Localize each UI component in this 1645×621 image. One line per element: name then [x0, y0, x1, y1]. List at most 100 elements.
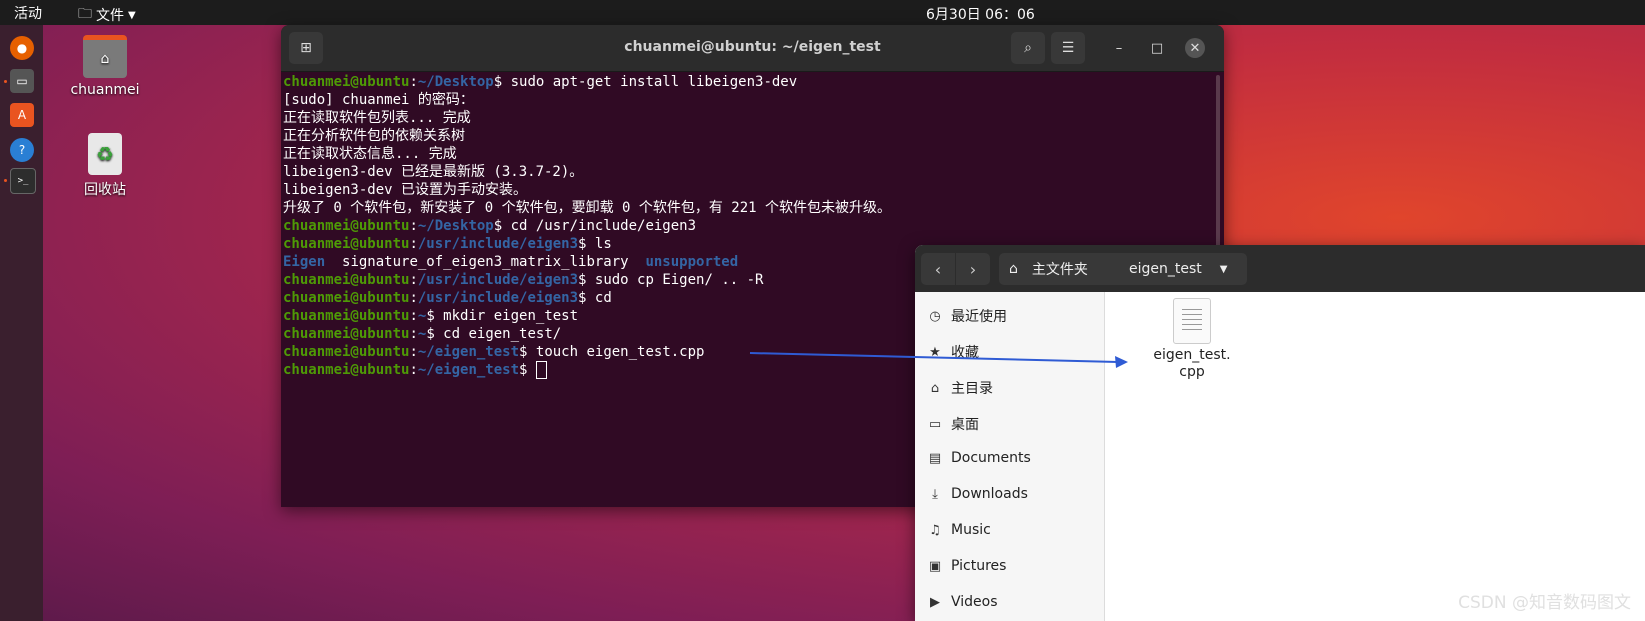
- output-text: libeigen3-dev 已经是最新版 (3.3.7-2)。: [283, 164, 584, 180]
- maximize-button[interactable]: □: [1147, 38, 1167, 58]
- command-text: $: [519, 362, 536, 378]
- close-icon: ✕: [1189, 40, 1201, 56]
- sidebar-item-label: Music: [951, 522, 991, 538]
- breadcrumb-home[interactable]: ⌂ 主文件夹: [999, 253, 1125, 285]
- prompt-separator: :: [409, 290, 418, 306]
- trash-icon: ♻: [88, 133, 122, 175]
- prompt-dir: /usr/include/eigen3: [417, 290, 579, 306]
- output-text: 正在分析软件包的依赖关系树: [283, 128, 465, 144]
- prompt-dir: ~/eigen_test: [417, 362, 520, 378]
- file-name: eigen_test. cpp: [1137, 347, 1247, 381]
- clock-icon: ◷: [929, 308, 941, 324]
- firefox-icon[interactable]: ●: [10, 36, 34, 60]
- sidebar-item[interactable]: ▭ 桌面: [927, 414, 979, 434]
- close-button[interactable]: ✕: [1185, 38, 1205, 58]
- terminal-titlebar[interactable]: ⊞ chuanmei@ubuntu: ~/eigen_test ⌕ ☰ – □ …: [281, 25, 1224, 72]
- sidebar-item[interactable]: ⤓ Downloads: [927, 486, 1028, 502]
- software-icon[interactable]: A: [10, 103, 34, 127]
- breadcrumb-current-label: eigen_test: [1129, 261, 1202, 277]
- minimize-icon: –: [1115, 40, 1123, 56]
- prompt-dir: ~/Desktop: [417, 74, 494, 90]
- document-icon: ▤: [928, 450, 942, 466]
- command-text: $ sudo cp Eigen/ .. -R: [578, 272, 764, 288]
- prompt-dir: ~/Desktop: [417, 218, 494, 234]
- prompt-dir: /usr/include/eigen3: [417, 272, 579, 288]
- output-text: 正在读取软件包列表... 完成: [283, 110, 471, 126]
- file-item[interactable]: eigen_test. cpp: [1137, 298, 1247, 381]
- top-bar: 活动 🗀 文件 ▼ 6月30日 06：06: [0, 0, 1645, 25]
- sidebar-item[interactable]: ★ 收藏: [927, 342, 979, 362]
- prompt-separator: :: [409, 308, 418, 324]
- home-folder-icon: ⌂: [83, 35, 127, 78]
- output-text: libeigen3-dev 已设置为手动安装。: [283, 182, 528, 198]
- sidebar-item[interactable]: ▣ Pictures: [927, 558, 1007, 574]
- hamburger-icon: ☰: [1061, 40, 1075, 56]
- activities-button[interactable]: 活动: [14, 3, 42, 23]
- prompt-user: chuanmei@ubuntu: [283, 218, 410, 234]
- home-icon: ⌂: [930, 380, 940, 396]
- app-menu[interactable]: 🗀 文件 ▼: [78, 3, 136, 27]
- prompt-user: chuanmei@ubuntu: [283, 308, 410, 324]
- breadcrumb-current[interactable]: eigen_test ▼: [1117, 253, 1247, 285]
- command-text: $ touch eigen_test.cpp: [519, 344, 705, 360]
- file-manager-headerbar[interactable]: ‹ › ⌂ 主文件夹 eigen_test ▼: [915, 245, 1645, 292]
- sidebar-item-label: Videos: [951, 594, 998, 610]
- prompt-separator: :: [409, 272, 418, 288]
- terminal-icon[interactable]: >_: [10, 168, 36, 194]
- caret-down-icon: ▼: [1219, 263, 1228, 275]
- help-icon[interactable]: ?: [10, 138, 34, 162]
- ls-entry: signature_of_eigen3_matrix_library: [342, 254, 646, 270]
- command-text: $ cd eigen_test/: [426, 326, 562, 342]
- prompt-separator: :: [409, 362, 418, 378]
- sidebar-item[interactable]: ▶ Videos: [927, 594, 998, 610]
- prompt-user: chuanmei@ubuntu: [283, 362, 410, 378]
- desktop-home-label: chuanmei: [70, 82, 140, 98]
- search-button[interactable]: ⌕: [1011, 32, 1045, 64]
- file-name-line1: eigen_test.: [1153, 347, 1231, 363]
- star-icon: ★: [929, 344, 941, 360]
- desktop-trash[interactable]: ♻ 回收站: [55, 133, 155, 199]
- sidebar-item[interactable]: ◷ 最近使用: [927, 306, 1007, 326]
- prompt-separator: :: [409, 326, 418, 342]
- minimize-button[interactable]: –: [1109, 38, 1129, 58]
- file-manager-window[interactable]: ‹ › ⌂ 主文件夹 eigen_test ▼ ◷ 最近使用 ★ 收藏 ⌂ 主目录 ▭ 桌面 ▤…: [915, 245, 1645, 621]
- desktop-icon: ▭: [928, 416, 942, 432]
- text-cursor: [535, 361, 547, 379]
- sidebar-item-label: 收藏: [951, 345, 979, 361]
- command-text: $ sudo apt-get install libeigen3-dev: [493, 74, 798, 90]
- chevron-left-icon: ‹: [934, 259, 942, 279]
- running-indicator: [4, 179, 7, 182]
- sidebar-item[interactable]: ⌂ 主目录: [927, 378, 993, 398]
- ls-entry: unsupported: [645, 254, 739, 270]
- prompt-dir: ~/eigen_test: [417, 344, 520, 360]
- clock[interactable]: 6月30日 06：06: [926, 4, 1035, 24]
- command-text: $ cd: [578, 290, 612, 306]
- command-text: $ ls: [578, 236, 612, 252]
- prompt-user: chuanmei@ubuntu: [283, 290, 410, 306]
- breadcrumb-home-label: 主文件夹: [1031, 262, 1088, 278]
- files-icon[interactable]: ▭: [10, 69, 34, 93]
- sidebar-item-label: Pictures: [951, 558, 1007, 574]
- search-icon: ⌕: [1024, 40, 1032, 56]
- back-button[interactable]: ‹: [921, 253, 955, 285]
- prompt-user: chuanmei@ubuntu: [283, 236, 410, 252]
- maximize-icon: □: [1150, 40, 1164, 56]
- desktop-home-folder[interactable]: ⌂ chuanmei: [55, 35, 155, 98]
- forward-button[interactable]: ›: [956, 253, 990, 285]
- sidebar-item[interactable]: ▤ Documents: [927, 450, 1031, 466]
- ls-entry: Eigen: [283, 254, 343, 270]
- sidebar-item-label: Documents: [951, 450, 1031, 466]
- picture-icon: ▣: [928, 558, 942, 574]
- sidebar-item[interactable]: ♫ Music: [927, 522, 991, 538]
- home-icon: ⌂: [1009, 261, 1018, 277]
- sidebar-item-label: 最近使用: [951, 309, 1007, 325]
- caret-down-icon: ▼: [128, 9, 136, 21]
- prompt-user: chuanmei@ubuntu: [283, 272, 410, 288]
- sidebar-item-label: 桌面: [951, 417, 979, 433]
- file-manager-sidebar: ◷ 最近使用 ★ 收藏 ⌂ 主目录 ▭ 桌面 ▤ Documents ⤓ Downloads ♫ Musi…: [915, 292, 1105, 621]
- dock: ● ▭ A ? >_: [0, 25, 43, 621]
- menu-button[interactable]: ☰: [1051, 32, 1085, 64]
- video-icon: ▶: [930, 594, 940, 610]
- prompt-separator: :: [409, 344, 418, 360]
- output-text: 升级了 0 个软件包，新安装了 0 个软件包，要卸载 0 个软件包，有 221 …: [283, 200, 891, 216]
